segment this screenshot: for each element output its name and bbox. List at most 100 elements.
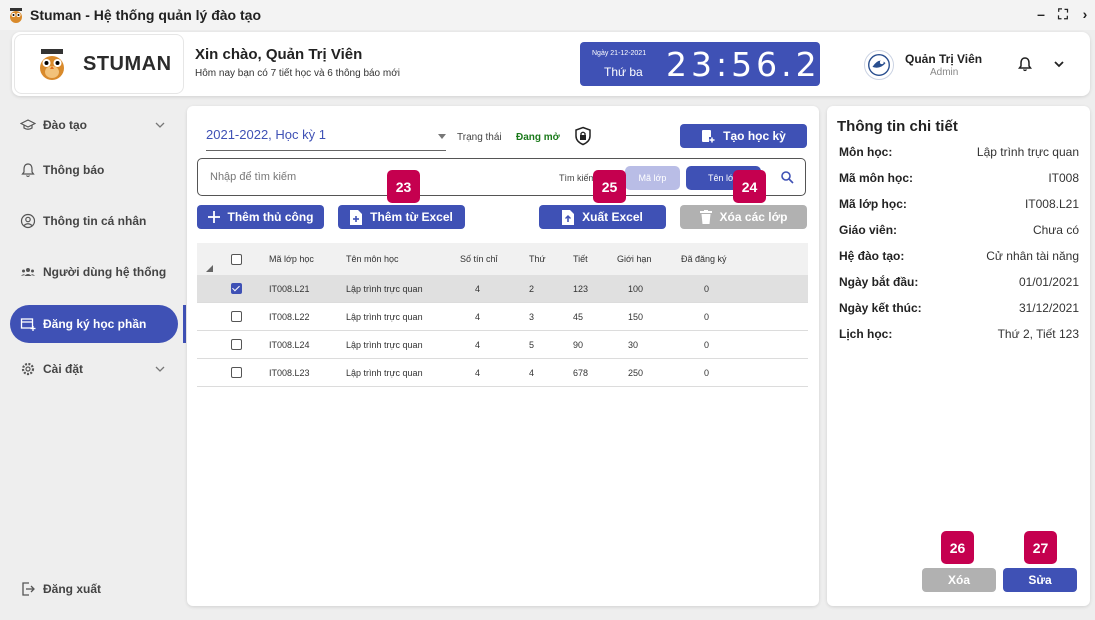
table-cell: 90 — [573, 339, 584, 350]
clock-weekday: Thứ ba — [604, 65, 643, 79]
chevron-down-icon[interactable] — [1052, 57, 1066, 71]
edit-button[interactable]: Sửa — [1003, 568, 1077, 592]
search-input[interactable] — [210, 171, 510, 183]
active-indicator — [183, 305, 186, 343]
table-header: Mã lớp học Tên môn học Số tín chỉ Thứ Ti… — [197, 243, 808, 275]
bell-icon[interactable] — [1017, 56, 1033, 72]
detail-value: 01/01/2021 — [1018, 275, 1079, 289]
detail-row: Ngày kết thúc: 31/12/2021 — [839, 301, 1079, 319]
users-icon — [21, 268, 35, 276]
detail-key: Ngày bắt đầu: — [839, 275, 919, 289]
row-checkbox[interactable] — [231, 339, 242, 350]
step-badge: 25 — [593, 170, 626, 203]
minimize-button[interactable]: – — [1035, 6, 1047, 23]
delete-button[interactable]: Xóa — [922, 568, 996, 592]
sidebar-item-label: Cài đặt — [43, 362, 84, 376]
export-excel-button[interactable]: Xuất Excel — [539, 205, 666, 229]
step-badge: 23 — [387, 170, 420, 203]
table-cell: 0 — [704, 311, 710, 322]
column-header[interactable]: Số tín chỉ — [460, 243, 498, 275]
caret-down-icon — [438, 134, 446, 139]
detail-panel: Thông tin chi tiết Môn học: Lập trình trự… — [827, 106, 1090, 606]
add-manual-label: Thêm thủ công — [227, 210, 314, 224]
row-checkbox[interactable] — [231, 311, 242, 322]
user-role: Admin — [930, 67, 959, 78]
add-manual-button[interactable]: Thêm thủ công — [197, 205, 324, 229]
chevron-down-icon — [155, 122, 165, 128]
column-header[interactable]: Tiết — [573, 243, 588, 275]
table-row[interactable]: IT008.L21 Lập trình trực quan 4 2 123 100 0 — [197, 275, 808, 303]
table-cell: Lập trình trực quan — [346, 311, 423, 322]
sidebar-item-thong-tin-ca-nhan[interactable]: Thông tin cá nhân — [10, 202, 178, 240]
create-semester-button[interactable]: Tạo học kỳ — [680, 124, 807, 148]
detail-row: Môn học: Lập trình trực quan — [839, 145, 1079, 163]
sidebar-item-nguoi-dung-he-thong[interactable]: Người dùng hệ thống — [10, 253, 178, 291]
table-cell: IT008.L21 — [269, 283, 310, 294]
sidebar-item-dang-ky-hoc-phan[interactable]: Đăng ký học phần — [10, 305, 178, 343]
table-cell: 150 — [628, 311, 644, 322]
detail-key: Ngày kết thúc: — [839, 301, 922, 315]
search-by-label: Tìm kiếm — [559, 173, 596, 183]
lock-shield-icon[interactable] — [573, 126, 593, 146]
table-cell: 0 — [704, 283, 710, 294]
table-cell: 250 — [628, 367, 644, 378]
detail-value: 31/12/2021 — [1018, 301, 1079, 315]
row-checkbox[interactable] — [231, 367, 242, 378]
table-cell: 4 — [475, 367, 481, 378]
sidebar-item-cai-dat[interactable]: Cài đặt — [10, 350, 178, 388]
logo: STUMAN — [14, 34, 184, 94]
table-cell: 123 — [573, 283, 589, 294]
sidebar-item-label: Đăng ký học phần — [43, 317, 147, 331]
add-from-excel-button[interactable]: Thêm từ Excel — [338, 205, 465, 229]
title-bar: Stuman - Hệ thống quản lý đào tạo – ⛶ › — [0, 0, 1095, 30]
status-badge: Đang mở — [516, 132, 560, 143]
add-from-excel-label: Thêm từ Excel — [370, 210, 453, 224]
graduation-cap-icon — [20, 119, 36, 130]
table-row[interactable]: IT008.L23 Lập trình trực quan 4 4 678 250 0 — [197, 359, 808, 387]
logout-button[interactable]: Đăng xuất — [10, 570, 178, 608]
table-cell: IT008.L22 — [269, 311, 310, 322]
delete-classes-label: Xóa các lớp — [719, 210, 788, 224]
detail-value: Chưa có — [1032, 223, 1079, 237]
sidebar-item-label: Đào tạo — [43, 118, 88, 132]
close-button[interactable]: › — [1079, 6, 1091, 23]
column-header[interactable]: Đã đăng ký — [681, 243, 727, 275]
column-header[interactable]: Mã lớp học — [269, 243, 314, 275]
table-row[interactable]: IT008.L22 Lập trình trực quan 4 3 45 150 0 — [197, 303, 808, 331]
column-header[interactable]: Giới hạn — [617, 243, 651, 275]
sidebar-item-dao-tao[interactable]: Đào tạo — [10, 106, 178, 144]
chevron-down-icon — [155, 366, 165, 372]
table-cell: 45 — [573, 311, 584, 322]
avatar[interactable] — [864, 50, 894, 80]
logout-icon — [22, 582, 35, 596]
detail-value: Thứ 2, Tiết 123 — [997, 327, 1079, 341]
table-cell: 3 — [529, 311, 535, 322]
select-all-checkbox[interactable] — [231, 253, 242, 265]
owl-logo-icon — [40, 49, 64, 80]
search-icon[interactable] — [780, 170, 794, 184]
table-cell: IT008.L23 — [269, 367, 310, 378]
delete-classes-button[interactable]: Xóa các lớp — [680, 205, 807, 229]
plus-icon — [207, 211, 220, 223]
maximize-button[interactable]: ⛶ — [1057, 6, 1069, 23]
detail-row: Giáo viên: Chưa có — [839, 223, 1079, 241]
semester-select[interactable]: 2021-2022, Học kỳ 1 — [206, 127, 446, 151]
table-cell: 30 — [628, 339, 639, 350]
column-header[interactable]: Thứ — [529, 243, 546, 275]
create-semester-label: Tạo học kỳ — [723, 129, 786, 143]
row-checkbox[interactable] — [231, 283, 242, 294]
table-cell: Lập trình trực quan — [346, 339, 423, 350]
column-header[interactable]: Tên môn học — [346, 243, 399, 275]
detail-key: Lịch học: — [839, 327, 893, 341]
greeting: Xin chào, Quản Trị Viên — [195, 46, 363, 63]
table-row[interactable]: IT008.L24 Lập trình trực quan 4 5 90 30 0 — [197, 331, 808, 359]
class-table: Mã lớp học Tên môn học Số tín chỉ Thứ Ti… — [197, 243, 808, 387]
table-cell: 0 — [704, 367, 710, 378]
sidebar-item-thong-bao[interactable]: Thông báo — [10, 151, 178, 189]
sort-icon[interactable] — [206, 265, 213, 272]
sidebar-item-label: Thông báo — [43, 163, 105, 177]
table-cell: Lập trình trực quan — [346, 283, 423, 294]
search-by-class-code[interactable]: Mã lớp — [625, 166, 680, 190]
gear-icon — [21, 362, 35, 376]
detail-row: Mã môn học: IT008 — [839, 171, 1079, 189]
